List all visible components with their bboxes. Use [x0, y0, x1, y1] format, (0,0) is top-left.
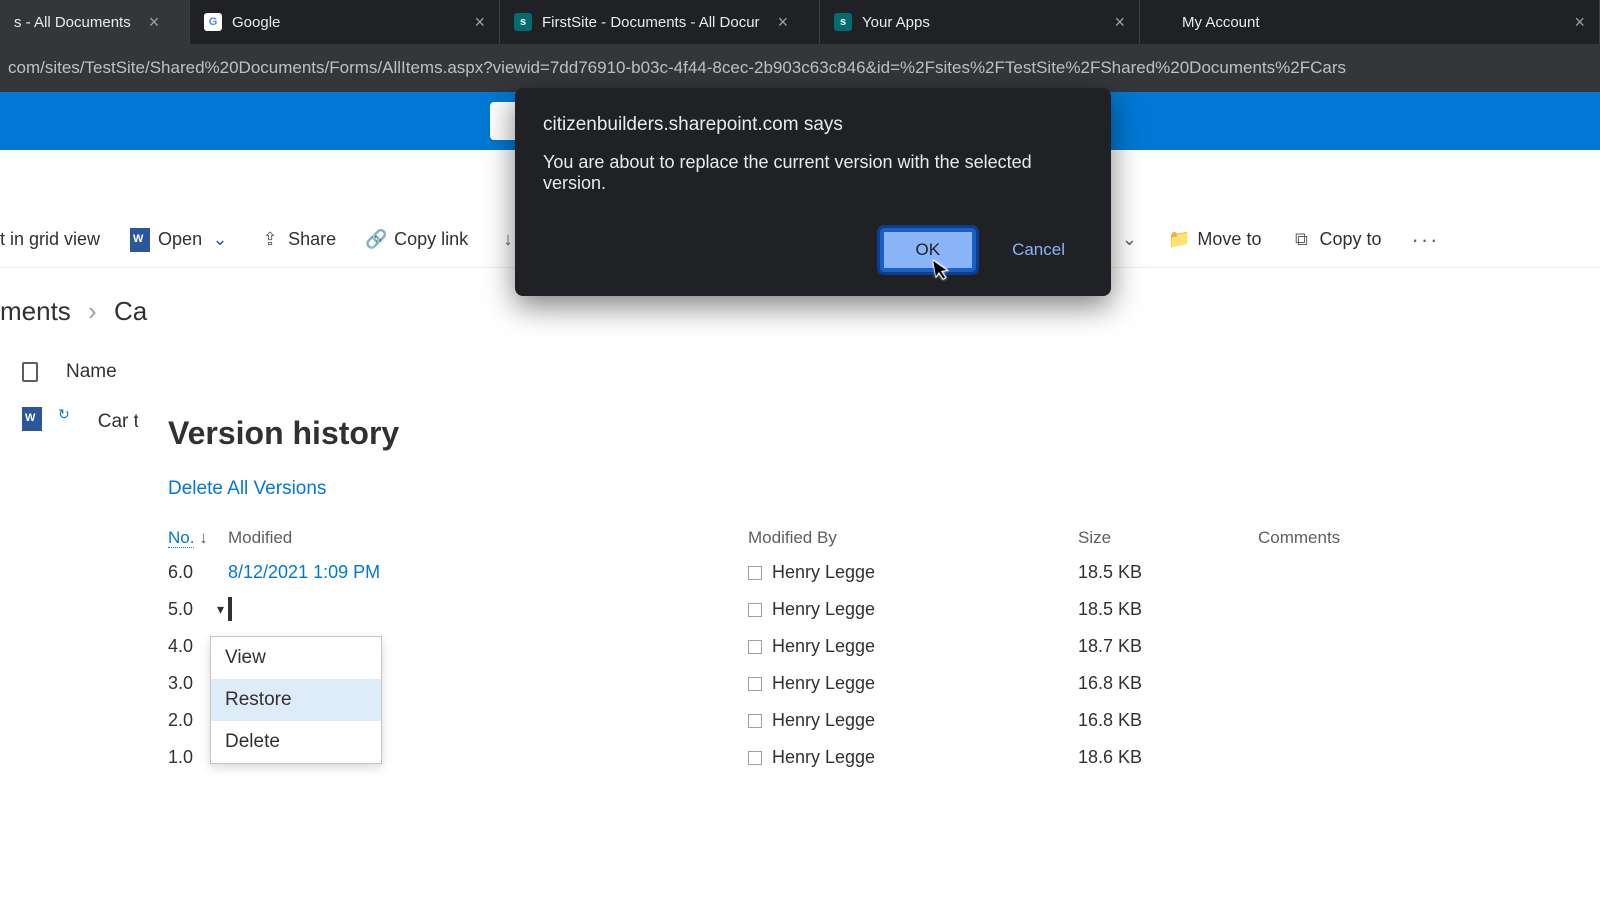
- edit-grid-button[interactable]: t in grid view: [0, 229, 100, 250]
- panel-title: Version history: [168, 415, 1570, 452]
- cancel-button[interactable]: Cancel: [994, 228, 1083, 272]
- copy-icon: ⧉: [1291, 230, 1311, 250]
- user-icon: [748, 640, 762, 654]
- word-icon: [130, 230, 150, 250]
- cell-modified[interactable]: 8/12/2021 1:09 PM: [228, 562, 748, 583]
- col-modified[interactable]: Modified: [228, 528, 748, 548]
- cell-no: 6.0: [168, 562, 228, 583]
- cell-size: 18.5 KB: [1078, 599, 1258, 620]
- user-icon: [748, 566, 762, 580]
- table-row[interactable]: 5.0 Henry Legge 18.5 KB: [168, 591, 1570, 628]
- file-type-icon: [22, 362, 38, 382]
- tab-title: FirstSite - Documents - All Docur: [542, 14, 760, 31]
- open-button[interactable]: Open⌄: [130, 229, 230, 250]
- tab-title: Google: [232, 14, 280, 31]
- table-header: No. ↓ Modified Modified By Size Comments: [168, 522, 1570, 554]
- cell-by: Henry Legge: [748, 747, 1078, 768]
- breadcrumb: ments › Ca: [0, 296, 1600, 327]
- close-icon[interactable]: ×: [1114, 12, 1125, 33]
- browser-tab[interactable]: My Account ×: [1140, 0, 1600, 44]
- cell-by: Henry Legge: [748, 673, 1078, 694]
- chevron-right-icon: ›: [88, 296, 97, 326]
- browser-tab[interactable]: G Google ×: [190, 0, 500, 44]
- close-icon[interactable]: ×: [474, 12, 485, 33]
- move-to-button[interactable]: 📁Move to: [1169, 229, 1261, 250]
- cell-modified: [228, 599, 748, 620]
- confirm-dialog: citizenbuilders.sharepoint.com says You …: [515, 88, 1111, 296]
- tab-title: My Account: [1182, 14, 1260, 31]
- chevron-down-icon: ⌄: [210, 230, 230, 250]
- version-dropdown[interactable]: [228, 597, 232, 621]
- close-icon[interactable]: ×: [778, 12, 789, 33]
- link-icon: 🔗: [366, 230, 386, 250]
- copy-link-button[interactable]: 🔗Copy link: [366, 229, 468, 250]
- cell-by: Henry Legge: [748, 710, 1078, 731]
- more-button[interactable]: ···: [1412, 227, 1440, 253]
- address-bar[interactable]: com/sites/TestSite/Shared%20Documents/Fo…: [0, 44, 1600, 92]
- breadcrumb-parent[interactable]: ments: [0, 296, 71, 326]
- url-text: com/sites/TestSite/Shared%20Documents/Fo…: [8, 58, 1346, 78]
- user-icon: [748, 603, 762, 617]
- delete-all-versions-link[interactable]: Delete All Versions: [168, 478, 326, 500]
- close-icon[interactable]: ×: [149, 12, 160, 33]
- version-context-menu: View Restore Delete: [210, 636, 382, 764]
- cell-by: Henry Legge: [748, 636, 1078, 657]
- column-name[interactable]: Name: [66, 361, 117, 383]
- col-comments[interactable]: Comments: [1258, 528, 1570, 548]
- user-icon: [748, 751, 762, 765]
- user-icon: [748, 677, 762, 691]
- col-modified-by[interactable]: Modified By: [748, 528, 1078, 548]
- dialog-title: citizenbuilders.sharepoint.com says: [543, 114, 1083, 136]
- ctx-view[interactable]: View: [211, 637, 381, 679]
- cell-size: 18.7 KB: [1078, 636, 1258, 657]
- breadcrumb-current: Ca: [114, 296, 147, 326]
- user-icon: [748, 714, 762, 728]
- tab-title: Your Apps: [862, 14, 930, 31]
- sharepoint-icon: s: [834, 13, 852, 31]
- microsoft-icon: [1154, 13, 1172, 31]
- browser-tab[interactable]: s FirstSite - Documents - All Docur ×: [500, 0, 820, 44]
- table-row[interactable]: 6.0 8/12/2021 1:09 PM Henry Legge 18.5 K…: [168, 554, 1570, 591]
- sharepoint-icon: s: [514, 13, 532, 31]
- google-icon: G: [204, 13, 222, 31]
- move-icon: 📁: [1169, 230, 1189, 250]
- tab-title: s - All Documents: [14, 14, 131, 31]
- col-size[interactable]: Size: [1078, 528, 1258, 548]
- cell-size: 16.8 KB: [1078, 710, 1258, 731]
- ctx-restore[interactable]: Restore: [211, 679, 381, 721]
- col-no[interactable]: No.: [168, 528, 194, 548]
- cell-by: Henry Legge: [748, 599, 1078, 620]
- copy-to-button[interactable]: ⧉Copy to: [1291, 229, 1381, 250]
- grid-header: Name: [0, 327, 1600, 383]
- cell-size: 18.6 KB: [1078, 747, 1258, 768]
- share-icon: ⇪: [260, 230, 280, 250]
- cell-size: 18.5 KB: [1078, 562, 1258, 583]
- cell-size: 16.8 KB: [1078, 673, 1258, 694]
- cell-by: Henry Legge: [748, 562, 1078, 583]
- ctx-delete[interactable]: Delete: [211, 721, 381, 763]
- share-button[interactable]: ⇪Share: [260, 229, 336, 250]
- chevron-down-icon: ⌄: [1119, 230, 1139, 250]
- browser-tab[interactable]: s Your Apps ×: [820, 0, 1140, 44]
- word-icon: [22, 407, 42, 437]
- refresh-icon: ↻: [58, 406, 70, 423]
- dialog-message: You are about to replace the current ver…: [543, 152, 1083, 194]
- ok-button[interactable]: OK: [880, 228, 977, 272]
- browser-tab[interactable]: s - All Documents ×: [0, 0, 190, 44]
- browser-tab-strip: s - All Documents × G Google × s FirstSi…: [0, 0, 1600, 44]
- close-icon[interactable]: ×: [1574, 12, 1585, 33]
